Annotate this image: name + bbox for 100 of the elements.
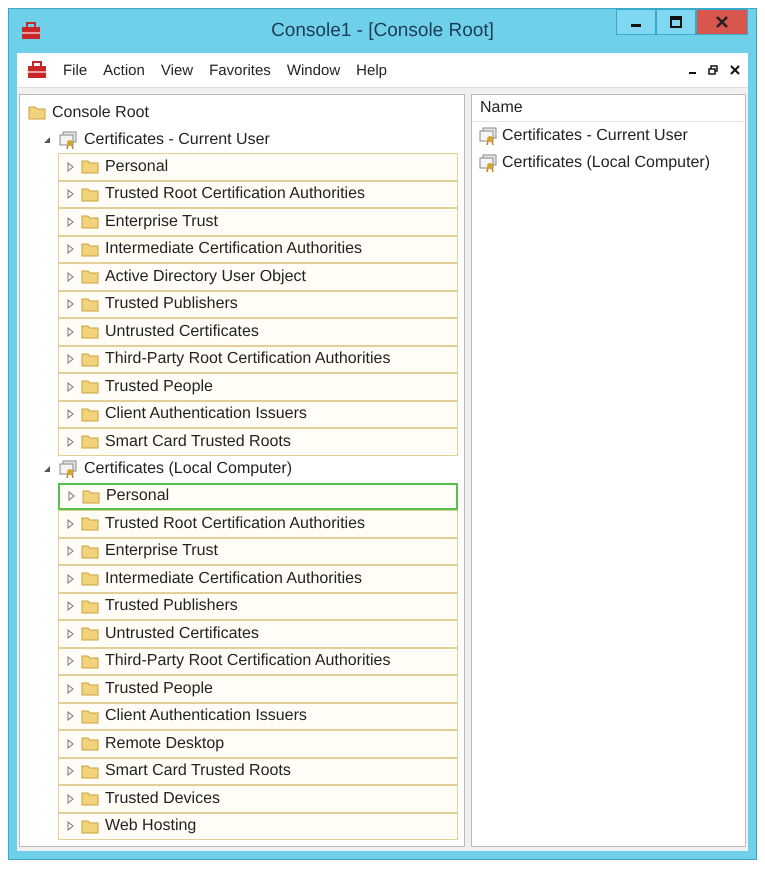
folder-icon [81,708,99,724]
tree-item[interactable]: Trusted Root Certification Authorities [58,180,458,208]
folder-icon [81,379,99,394]
expander-icon[interactable] [65,601,75,612]
tree-item[interactable]: Trusted Publishers [58,290,458,318]
folder-icon [81,736,99,752]
tree-item[interactable]: Trusted Root Certification Authorities [58,510,458,538]
folder-icon [81,324,99,340]
expander-icon[interactable] [65,546,75,556]
list-item[interactable]: Certificates - Current User [472,122,745,149]
folder-icon [81,571,99,586]
maximize-icon [669,15,683,29]
expander-icon[interactable] [65,326,75,337]
menu-item[interactable]: View [160,62,194,78]
expander-icon[interactable] [65,189,75,200]
expander-icon[interactable] [65,684,75,694]
maximize-button[interactable] [656,9,696,35]
folder-icon [81,159,99,174]
restore-icon [708,65,718,75]
certificate-icon [478,154,498,172]
close-button[interactable] [696,9,748,35]
tree-item[interactable]: Third-Party Root Certification Authorities [58,648,458,675]
tree-item[interactable]: Untrusted Certificates [58,620,458,648]
close-button[interactable] [728,63,742,77]
column-header[interactable]: Name [480,99,523,117]
tree-item[interactable]: Certificates (Local Computer) [22,456,462,482]
expander-icon[interactable] [65,244,75,254]
folder-icon [81,791,99,806]
expander-icon[interactable] [65,794,75,804]
menu-item[interactable]: Action [103,62,145,78]
expander-icon[interactable] [65,216,75,227]
tree-item[interactable]: Personal [58,482,458,510]
folder-icon [81,214,99,230]
minimize-icon [689,72,696,74]
tree-item[interactable]: Client Authentication Issuers [58,702,458,730]
folder-icon [81,269,99,284]
tree-item[interactable]: Trusted People [58,675,458,702]
expander-icon[interactable] [65,162,75,172]
expander-icon[interactable] [65,436,75,447]
tree-item[interactable]: Intermediate Certification Authorities [58,236,458,263]
close-icon [715,15,729,29]
expander-icon[interactable] [65,518,75,529]
tree-item[interactable]: Console Root [22,99,149,126]
tree-item[interactable]: Web Hosting [58,812,458,840]
expander-icon[interactable] [65,656,75,666]
folder-icon [81,242,99,257]
folder-icon [81,296,99,312]
folder-icon [81,681,99,696]
list-item[interactable]: Certificates (Local Computer) [472,149,745,176]
menu-item[interactable]: File [63,62,88,78]
folder-icon [81,516,99,532]
folder-icon [82,488,100,504]
restore-button[interactable] [706,63,720,77]
menu-item[interactable]: Favorites [209,62,271,78]
expander-icon[interactable] [65,409,75,420]
tree-item[interactable]: Remote Desktop [58,730,458,758]
folder-icon [81,818,99,834]
folder-icon [81,764,99,779]
tree-item[interactable]: Intermediate Certification Authorities [58,565,458,592]
expander-icon[interactable] [65,299,75,310]
expander-icon[interactable] [65,821,75,832]
expander-icon[interactable] [65,354,75,364]
expander-icon[interactable] [66,491,76,502]
close-icon [730,65,740,75]
tree-item[interactable]: Smart Card Trusted Roots [58,428,458,456]
tree-item[interactable]: Trusted Publishers [58,592,458,620]
certificate-icon [58,130,78,148]
toolbox-icon [21,22,41,40]
folder-icon [81,186,99,202]
expander-icon[interactable] [65,711,75,722]
expander-icon[interactable] [42,134,52,144]
tree-item[interactable]: Trusted People [58,373,458,400]
tree-item[interactable]: Personal [58,153,458,180]
folder-icon [81,544,99,559]
minimize-icon [631,24,641,27]
expander-icon[interactable] [42,464,52,474]
folder-icon [81,352,99,367]
certificate-icon [58,460,78,478]
tree-item[interactable]: Enterprise Trust [58,208,458,236]
menu-item[interactable]: Window [286,62,340,78]
folder-icon [81,434,99,450]
tree-item[interactable]: Active Directory User Object [58,263,458,290]
tree-item[interactable]: Client Authentication Issuers [58,400,458,428]
tree-item[interactable]: Untrusted Certificates [58,318,458,346]
tree-item[interactable]: Certificates - Current User [22,126,462,153]
minimize-button[interactable] [616,9,656,35]
expander-icon[interactable] [65,738,75,749]
folder-icon [28,105,46,120]
folder-icon [81,406,99,422]
folder-icon [81,626,99,642]
menu-item[interactable]: Help [356,62,388,78]
expander-icon[interactable] [65,766,75,776]
expander-icon[interactable] [65,574,75,584]
tree-item[interactable]: Third-Party Root Certification Authorities [58,346,458,373]
expander-icon[interactable] [65,382,75,392]
tree-item[interactable]: Smart Card Trusted Roots [58,758,458,785]
expander-icon[interactable] [65,272,75,282]
expander-icon[interactable] [65,628,75,639]
tree-item[interactable]: Trusted Devices [58,785,458,812]
tree-item[interactable]: Enterprise Trust [58,538,458,565]
